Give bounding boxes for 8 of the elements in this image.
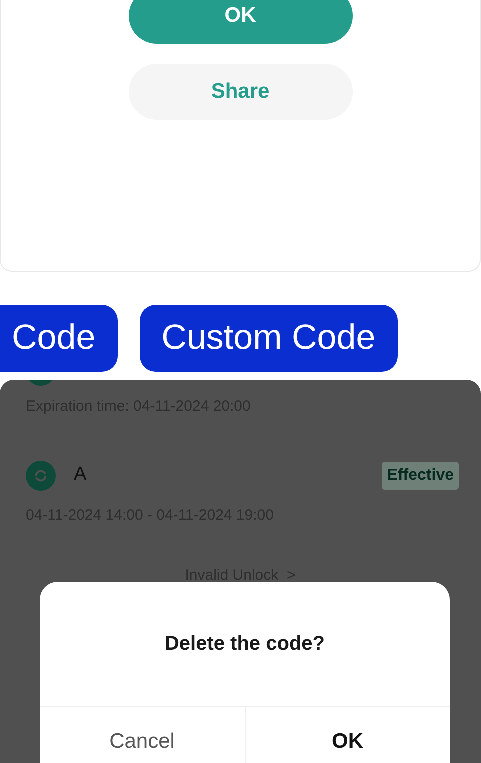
dialog-title: Delete the code?: [164, 632, 326, 657]
code-type-button[interactable]: Custom Code: [140, 305, 398, 372]
ok-button[interactable]: OK: [244, 707, 450, 763]
code-type-button[interactable]: Code: [0, 305, 118, 372]
status-badge: Effective: [382, 462, 459, 490]
cancel-button[interactable]: Cancel: [40, 707, 244, 763]
refresh-icon: [26, 460, 56, 490]
code-name: A: [74, 463, 87, 488]
